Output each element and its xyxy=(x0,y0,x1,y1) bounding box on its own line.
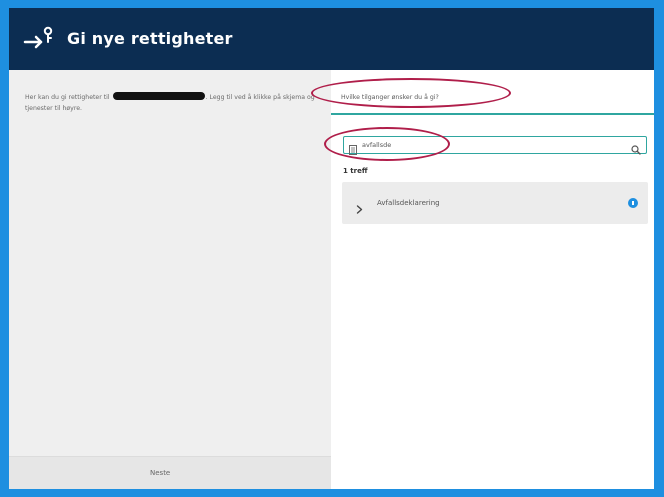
search-field[interactable] xyxy=(343,136,647,155)
divider xyxy=(331,113,654,115)
result-item[interactable]: Avfallsdeklarering xyxy=(342,182,648,224)
redacted-name xyxy=(112,92,205,100)
next-bar: Neste xyxy=(9,456,331,489)
chevron-right-icon xyxy=(356,199,363,214)
document-icon xyxy=(349,140,357,155)
right-panel: Hvilke tilganger ønsker du å gi? 1 treff xyxy=(331,70,654,489)
info-icon[interactable] xyxy=(628,198,638,208)
person-arrow-icon xyxy=(23,25,55,53)
result-label: Avfallsdeklarering xyxy=(377,199,440,207)
header-bar: Gi nye rettigheter xyxy=(9,8,654,70)
help-link[interactable]: Hvilke tilganger ønsker du å gi? xyxy=(341,94,439,101)
page-title: Gi nye rettigheter xyxy=(67,29,233,48)
left-panel: Her kan du gi rettigheter til . Legg til… xyxy=(9,70,331,489)
intro-text-start: Her kan du gi rettigheter til xyxy=(25,94,110,101)
search-input[interactable] xyxy=(362,137,622,153)
next-button[interactable]: Neste xyxy=(150,469,170,477)
search-icon[interactable] xyxy=(631,140,641,155)
app-window: Gi nye rettigheter Her kan du gi rettigh… xyxy=(9,8,654,489)
results-count: 1 treff xyxy=(343,167,368,175)
intro-text: Her kan du gi rettigheter til . Legg til… xyxy=(25,92,325,114)
